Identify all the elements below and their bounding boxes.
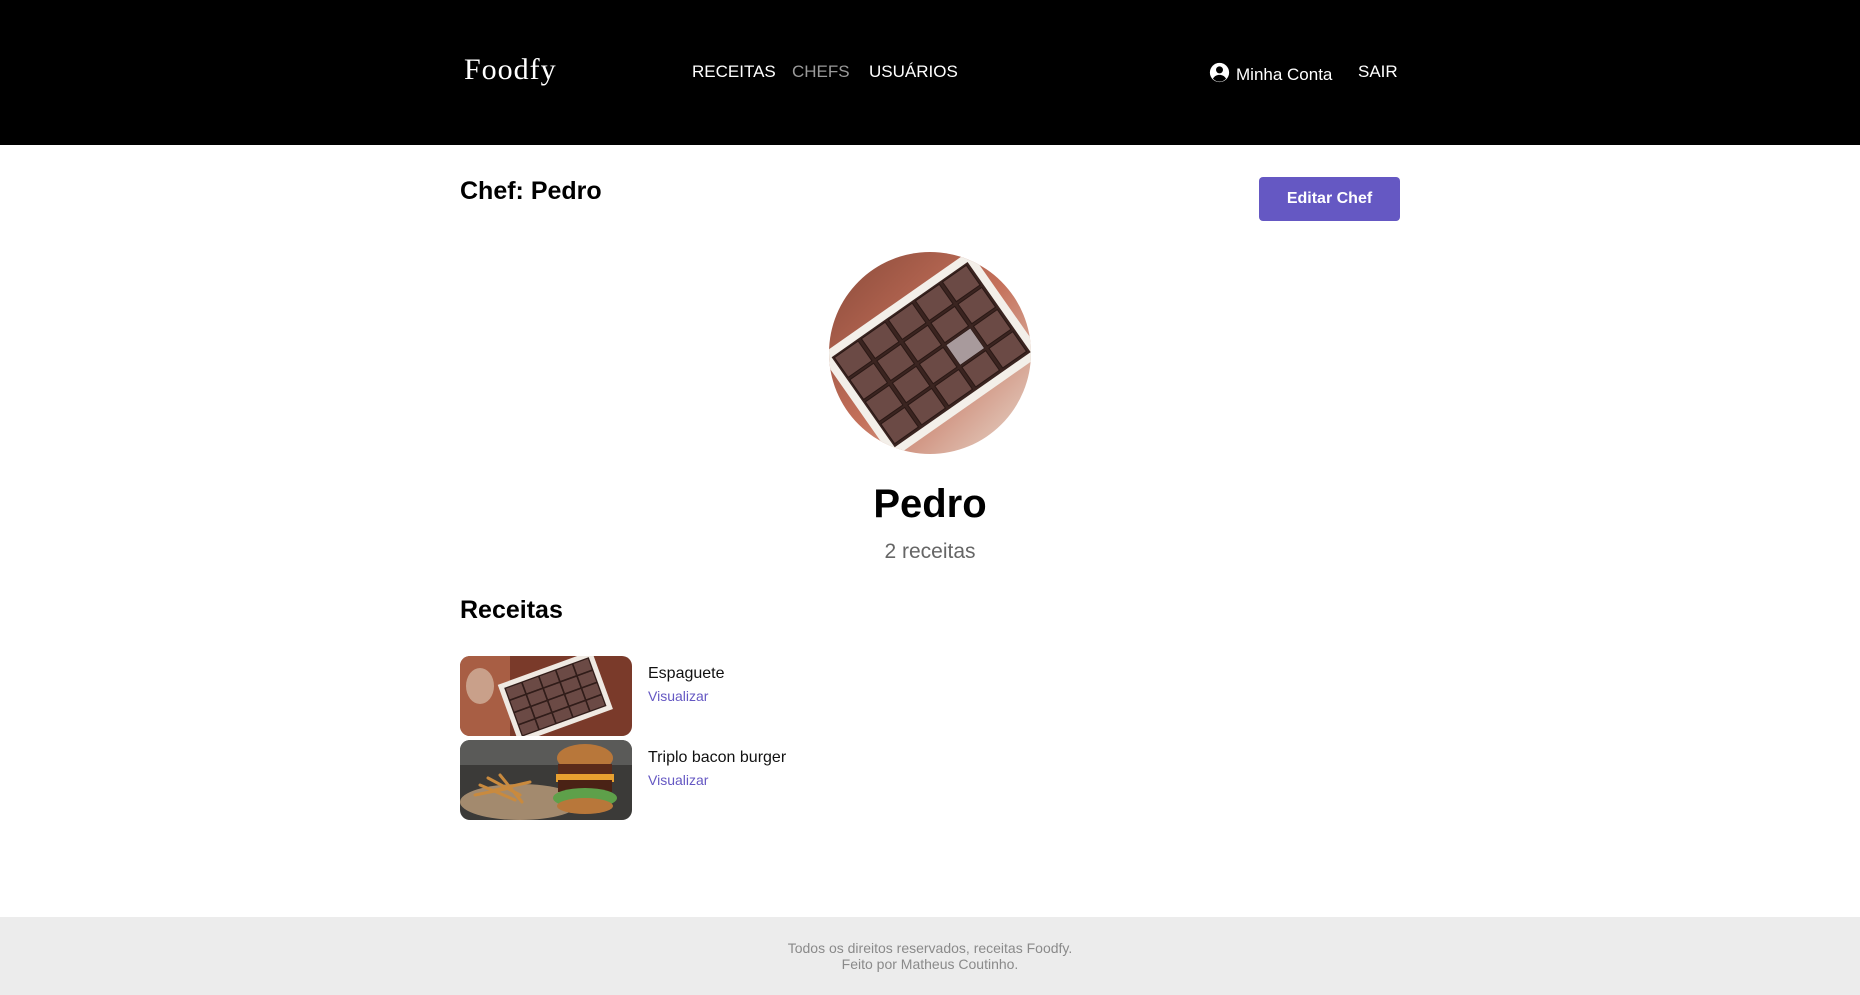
footer-credits: Feito por Matheus Coutinho.: [841, 956, 1019, 972]
recipes-section-title: Receitas: [460, 596, 563, 624]
nav-link-usuarios[interactable]: USUÁRIOS: [869, 62, 958, 82]
recipe-title: Espaguete: [648, 665, 725, 682]
logout-link[interactable]: SAIR: [1358, 62, 1398, 82]
recipe-thumbnail[interactable]: [460, 740, 632, 820]
account-link[interactable]: Minha Conta: [1209, 62, 1332, 88]
page-title: Chef: Pedro: [460, 177, 602, 205]
top-navbar: Foodfy RECEITAS CHEFS USUÁRIOS Minha Con…: [0, 0, 1860, 145]
nav-link-receitas[interactable]: RECEITAS: [692, 62, 776, 82]
recipe-card: Triplo bacon burger Visualizar: [460, 740, 960, 820]
chef-recipes-count: 2 receitas: [884, 540, 976, 563]
chef-avatar: [829, 252, 1031, 454]
logo[interactable]: Foodfy: [464, 53, 557, 87]
recipe-view-link[interactable]: Visualizar: [648, 688, 708, 704]
recipe-title: Triplo bacon burger: [648, 749, 787, 766]
recipe-thumbnail[interactable]: [460, 656, 632, 736]
footer: Todos os direitos reservados, receitas F…: [0, 917, 1860, 995]
recipe-card: Espaguete Visualizar: [460, 656, 960, 736]
footer-copyright: Todos os direitos reservados, receitas F…: [787, 940, 1073, 956]
user-circle-icon: [1209, 62, 1230, 88]
account-label: Minha Conta: [1236, 65, 1333, 84]
edit-chef-button[interactable]: Editar Chef: [1259, 177, 1400, 221]
recipe-view-link[interactable]: Visualizar: [648, 772, 708, 788]
nav-link-chefs[interactable]: CHEFS: [792, 62, 850, 82]
chef-name: Pedro: [873, 482, 987, 526]
